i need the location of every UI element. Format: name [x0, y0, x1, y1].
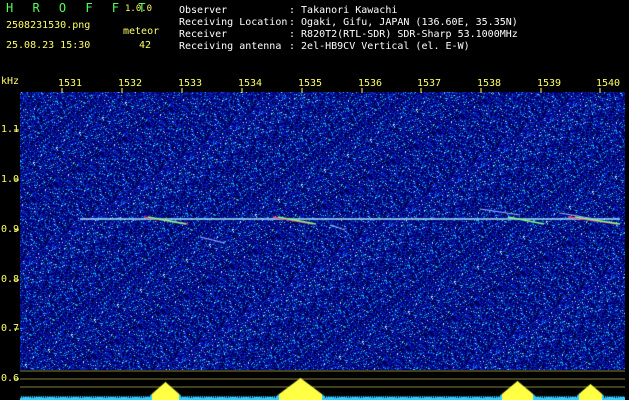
axis-tick-marks — [14, 88, 625, 388]
